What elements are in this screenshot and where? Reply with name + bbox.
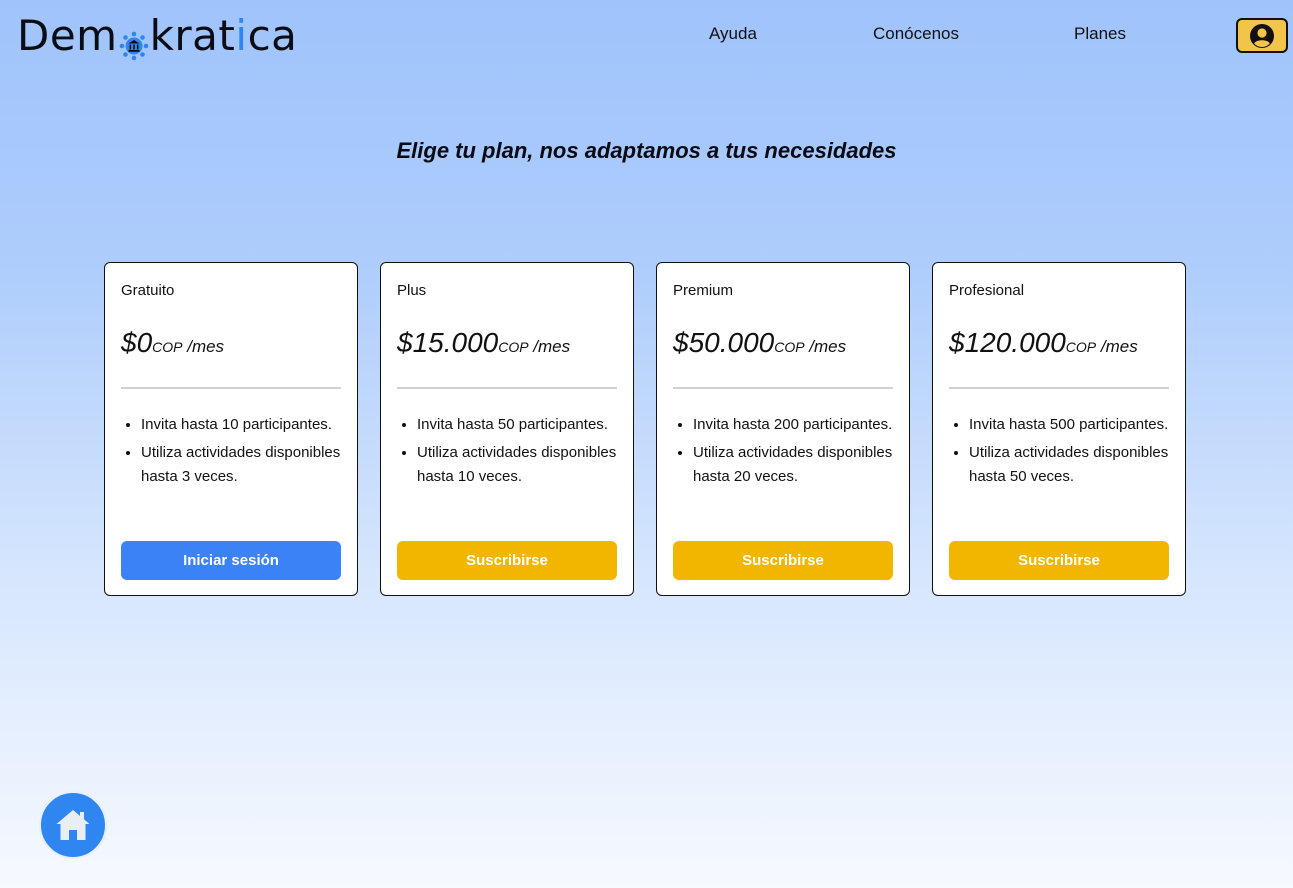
price-period: /mes xyxy=(528,337,571,356)
home-button[interactable] xyxy=(39,791,107,859)
logo-text-accent: i xyxy=(235,11,248,60)
plan-card-gratuito: Gratuito $0COP /mes Invita hasta 10 part… xyxy=(104,262,358,596)
plan-price: $0COP /mes xyxy=(121,327,224,359)
feature-item: Utiliza actividades disponibles hasta 50… xyxy=(969,441,1175,489)
plan-price: $50.000COP /mes xyxy=(673,327,846,359)
plan-card-profesional: Profesional $120.000COP /mes Invita hast… xyxy=(932,262,1186,596)
plan-card-premium: Premium $50.000COP /mes Invita hasta 200… xyxy=(656,262,910,596)
capitol-gear-icon xyxy=(119,23,149,61)
logo-text-start: Dem xyxy=(17,11,118,60)
feature-item: Invita hasta 500 participantes. xyxy=(969,413,1175,437)
plan-features: Invita hasta 50 participantes. Utiliza a… xyxy=(397,413,623,493)
feature-item: Utiliza actividades disponibles hasta 3 … xyxy=(141,441,347,489)
plan-divider xyxy=(121,387,341,389)
subscribe-button-plus[interactable]: Suscribirse xyxy=(397,541,617,580)
login-button[interactable]: Iniciar sesión xyxy=(121,541,341,580)
feature-item: Invita hasta 50 participantes. xyxy=(417,413,623,437)
plan-features: Invita hasta 200 participantes. Utiliza … xyxy=(673,413,899,493)
plan-price: $15.000COP /mes xyxy=(397,327,570,359)
plan-divider xyxy=(949,387,1169,389)
price-amount: $120.000 xyxy=(949,327,1066,358)
plan-divider xyxy=(397,387,617,389)
price-period: /mes xyxy=(804,337,847,356)
price-currency: COP xyxy=(498,339,529,355)
plan-name: Profesional xyxy=(949,282,1025,299)
price-amount: $50.000 xyxy=(673,327,775,358)
nav-link-planes[interactable]: Planes xyxy=(1074,24,1126,44)
subscribe-button-profesional[interactable]: Suscribirse xyxy=(949,541,1169,580)
price-currency: COP xyxy=(774,339,805,355)
page-title: Elige tu plan, nos adaptamos a tus neces… xyxy=(396,138,897,163)
plan-name: Gratuito xyxy=(121,282,175,299)
top-header: Dem krat i ca Ayuda Conócenos Planes xyxy=(0,0,1293,72)
feature-item: Invita hasta 10 participantes. xyxy=(141,413,347,437)
plan-card-plus: Plus $15.000COP /mes Invita hasta 50 par… xyxy=(380,262,634,596)
logo-text-end: ca xyxy=(247,11,298,60)
demokratica-logo[interactable]: Dem krat i ca xyxy=(17,11,298,61)
user-circle-icon xyxy=(1249,23,1275,49)
plan-name: Premium xyxy=(673,282,734,299)
nav-link-conocenos[interactable]: Conócenos xyxy=(873,24,959,44)
price-currency: COP xyxy=(152,339,183,355)
user-account-button[interactable] xyxy=(1236,18,1288,53)
home-icon xyxy=(53,807,93,843)
feature-item: Invita hasta 200 participantes. xyxy=(693,413,899,437)
subscribe-button-premium[interactable]: Suscribirse xyxy=(673,541,893,580)
feature-item: Utiliza actividades disponibles hasta 20… xyxy=(693,441,899,489)
plan-features: Invita hasta 500 participantes. Utiliza … xyxy=(949,413,1175,493)
plan-price: $120.000COP /mes xyxy=(949,327,1138,359)
price-period: /mes xyxy=(1096,337,1138,356)
price-amount: $0 xyxy=(121,327,153,358)
price-period: /mes xyxy=(182,337,225,356)
logo-text-middle: krat xyxy=(149,11,236,60)
price-currency: COP xyxy=(1065,339,1097,355)
plan-divider xyxy=(673,387,893,389)
price-amount: $15.000 xyxy=(397,327,499,358)
plan-name: Plus xyxy=(397,282,427,299)
feature-item: Utiliza actividades disponibles hasta 10… xyxy=(417,441,623,489)
nav-link-ayuda[interactable]: Ayuda xyxy=(709,24,757,44)
plan-features: Invita hasta 10 participantes. Utiliza a… xyxy=(121,413,347,493)
